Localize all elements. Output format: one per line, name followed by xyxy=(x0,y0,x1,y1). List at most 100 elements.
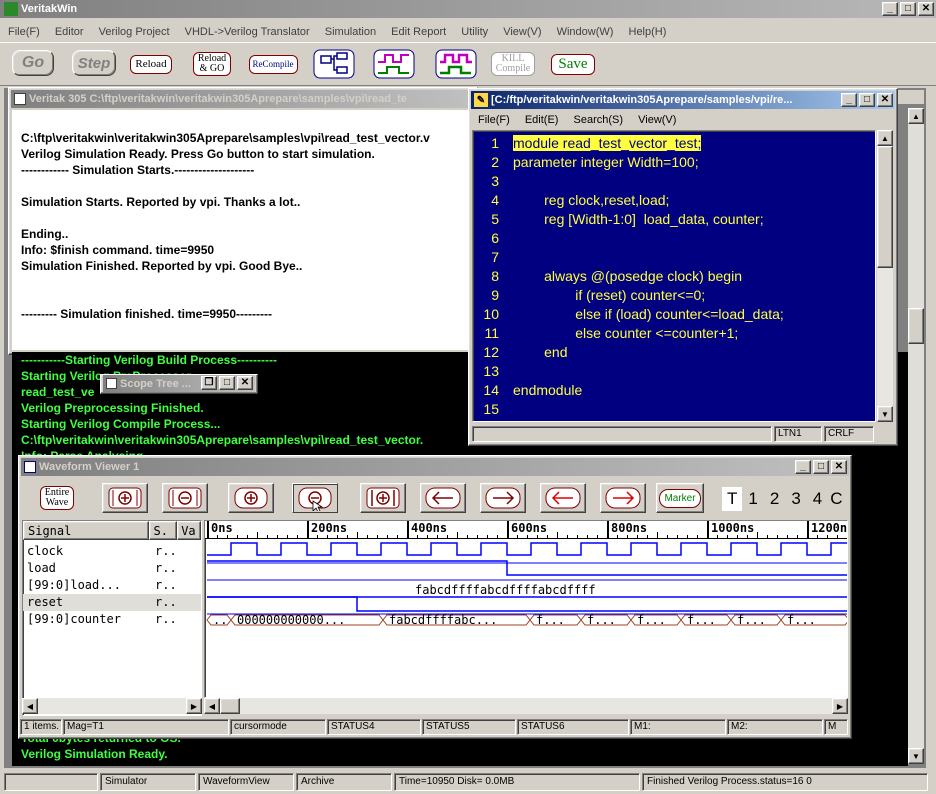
signal-row[interactable]: clock r.. xyxy=(23,543,201,560)
marker-tab-c[interactable]: C xyxy=(828,487,844,511)
mdi-vertical-scrollbar[interactable]: ▲ ▼ xyxy=(908,108,924,764)
next-edge-button[interactable] xyxy=(600,483,646,513)
kill-compile-button[interactable]: KILL Compile xyxy=(488,48,538,80)
line-number: 11 xyxy=(484,324,499,341)
marker-button[interactable]: Marker xyxy=(656,483,704,513)
zoom-out-button[interactable] xyxy=(292,483,338,513)
wave-green-button[interactable] xyxy=(372,48,416,80)
status-time-disk: Time=10950 Disk= 0.0MB xyxy=(394,773,640,791)
editor-menubar: File(F) Edit(E) Search(S) View(V) xyxy=(472,111,682,129)
menu-window[interactable]: Window(W) xyxy=(551,23,620,41)
zoom-out-region-button[interactable] xyxy=(162,483,208,513)
signal-scroll-right-icon[interactable]: ▶ xyxy=(186,698,202,714)
recompile-button[interactable]: ReCompile xyxy=(246,48,300,80)
console-output: C:\ftp\veritakwin\veritakwin305Aprepare\… xyxy=(12,110,468,350)
time-minor-tick xyxy=(767,535,768,538)
counter-value: .. xyxy=(213,613,227,627)
scope-tree-icon xyxy=(106,378,117,389)
scope-maximize-icon[interactable]: □ xyxy=(219,376,235,390)
scroll-right-button[interactable] xyxy=(480,483,526,513)
editor-scroll-thumb[interactable] xyxy=(877,146,893,268)
marker-tab-2[interactable]: 2 xyxy=(764,487,785,511)
editor-minimize-icon[interactable]: _ xyxy=(841,93,857,107)
editor-maximize-icon[interactable]: □ xyxy=(859,93,875,107)
entire-wave-button[interactable]: Entire Wave xyxy=(36,483,78,513)
waveform-titlebar[interactable]: Waveform Viewer 1 _ □ ✕ xyxy=(21,458,849,476)
status-process: Finished Verilog Process.status=16 0 xyxy=(642,773,928,791)
time-minor-tick xyxy=(287,535,288,538)
scroll-up-icon[interactable]: ▲ xyxy=(908,108,924,124)
menu-vhdl-translator[interactable]: VHDL->Verilog Translator xyxy=(179,23,316,41)
editor-menu-view[interactable]: View(V) xyxy=(632,111,682,129)
editor-close-icon[interactable]: ✕ xyxy=(877,93,893,107)
signal-scroll-left-icon[interactable]: ◀ xyxy=(22,698,38,714)
signal-hscroll[interactable]: ◀ ▶ xyxy=(22,698,202,714)
wave-hscroll[interactable]: ◀ ▶ xyxy=(204,698,848,714)
marker-tab-4[interactable]: 4 xyxy=(807,487,828,511)
signal-header-s[interactable]: S. xyxy=(149,521,178,540)
scope-close-icon[interactable]: ✕ xyxy=(237,376,253,390)
wave-scroll-left-icon[interactable]: ◀ xyxy=(204,698,220,714)
scope-tree-titlebar[interactable]: Scope Tree ... ❐ □ ✕ xyxy=(103,375,255,392)
signal-header-name[interactable]: Signal xyxy=(23,521,150,540)
save-button[interactable]: Save xyxy=(546,48,600,80)
menu-utility[interactable]: Utility xyxy=(455,23,494,41)
time-minor-tick xyxy=(777,535,778,538)
prev-edge-button[interactable] xyxy=(540,483,586,513)
reload-go-button[interactable]: Reload & GO xyxy=(188,48,236,80)
console-line: Info: $finish command. time=9950 xyxy=(21,243,215,257)
menu-verilog-project[interactable]: Verilog Project xyxy=(93,23,176,41)
waveform-minimize-icon[interactable]: _ xyxy=(795,460,811,474)
code-editor[interactable]: 1 module read_test_vector_test; 2 parameter… xyxy=(472,130,876,422)
signal-row[interactable]: reset r.. xyxy=(23,594,201,611)
editor-scroll-up-icon[interactable]: ▲ xyxy=(877,130,893,146)
marker-tab-1[interactable]: 1 xyxy=(742,487,763,511)
menu-simulation[interactable]: Simulation xyxy=(319,23,382,41)
go-button[interactable]: Go xyxy=(12,50,54,76)
maximize-icon[interactable]: □ xyxy=(900,2,916,16)
console-titlebar[interactable]: Veritak 305 C:\ftp\veritakwin\veritakwin… xyxy=(11,90,471,108)
editor-titlebar[interactable]: ✎ [C:/ftp/veritakwin/veritakwin305Aprepa… xyxy=(471,91,895,109)
editor-scroll-down-icon[interactable]: ▼ xyxy=(877,406,893,422)
minimize-icon[interactable]: _ xyxy=(882,2,898,16)
zoom-in-region-button[interactable] xyxy=(102,483,148,513)
scope-restore-icon[interactable]: ❐ xyxy=(201,376,217,390)
menu-edit-report[interactable]: Edit Report xyxy=(385,23,452,41)
fit-button[interactable] xyxy=(360,483,406,513)
editor-menu-search[interactable]: Search(S) xyxy=(568,111,630,129)
time-minor-tick xyxy=(827,535,828,538)
time-minor-tick xyxy=(417,535,418,538)
editor-vertical-scrollbar[interactable]: ▲ ▼ xyxy=(877,130,893,422)
wave-pane[interactable]: 0ns 200ns 400ns 600ns 800ns 1000ns 1200n fabcd… xyxy=(204,520,848,698)
time-minor-tick xyxy=(517,535,518,538)
signal-row[interactable]: [99:0]load... r.. xyxy=(23,577,201,594)
hierarchy-button[interactable] xyxy=(312,48,356,80)
marker-tab-3[interactable]: 3 xyxy=(785,487,806,511)
signal-header-v[interactable]: Va xyxy=(177,521,201,540)
waveform-maximize-icon[interactable]: □ xyxy=(813,460,829,474)
menu-help[interactable]: Help(H) xyxy=(623,23,673,41)
wave-scroll-right-icon[interactable]: ▶ xyxy=(832,698,848,714)
scroll-thumb[interactable] xyxy=(908,308,924,344)
scroll-left-button[interactable] xyxy=(420,483,466,513)
menu-view[interactable]: View(V) xyxy=(497,23,547,41)
signal-row[interactable]: load r.. xyxy=(23,560,201,577)
wave-magenta-button[interactable] xyxy=(434,48,478,80)
editor-menu-edit[interactable]: Edit(E) xyxy=(519,111,565,129)
signal-row[interactable]: [99:0]counter r.. xyxy=(23,611,201,628)
menu-editor[interactable]: Editor xyxy=(49,23,90,41)
zoom-in-button[interactable] xyxy=(228,483,274,513)
step-button[interactable]: Step xyxy=(72,50,116,76)
wave-scroll-thumb[interactable] xyxy=(220,698,240,714)
editor-menu-file[interactable]: File(F) xyxy=(472,111,516,129)
menu-file[interactable]: File(F) xyxy=(2,23,46,41)
reload-button[interactable]: Reload xyxy=(126,48,176,80)
time-minor-tick xyxy=(657,532,658,538)
scroll-down-icon[interactable]: ▼ xyxy=(908,748,924,764)
code-text: end xyxy=(513,343,568,360)
waveform-close-icon[interactable]: ✕ xyxy=(831,460,847,474)
arrow-left-icon xyxy=(425,487,461,509)
close-icon[interactable]: ✕ xyxy=(918,2,934,16)
marker-tab-t[interactable]: T xyxy=(722,487,743,511)
step-label: Step xyxy=(77,54,111,72)
